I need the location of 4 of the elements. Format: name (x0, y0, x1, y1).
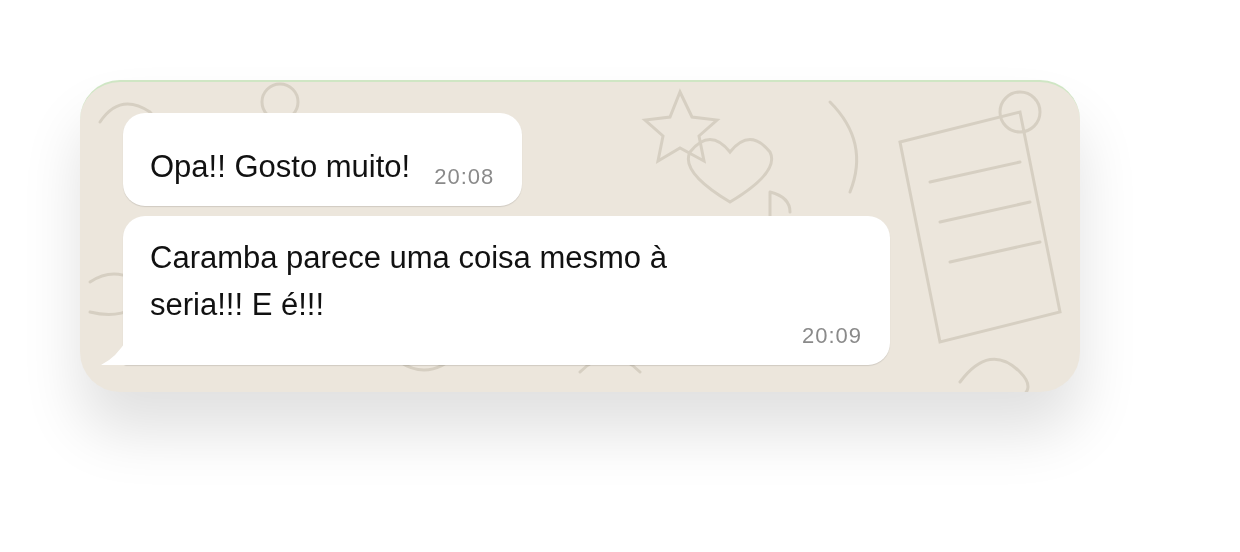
message-text: Opa!! Gosto muito! (150, 148, 411, 186)
message-time: 20:08 (434, 164, 495, 190)
message-text: Caramba parece uma coisa mesmo à seria!!! E é!!! (150, 239, 668, 324)
message-time: 20:09 (801, 323, 862, 349)
